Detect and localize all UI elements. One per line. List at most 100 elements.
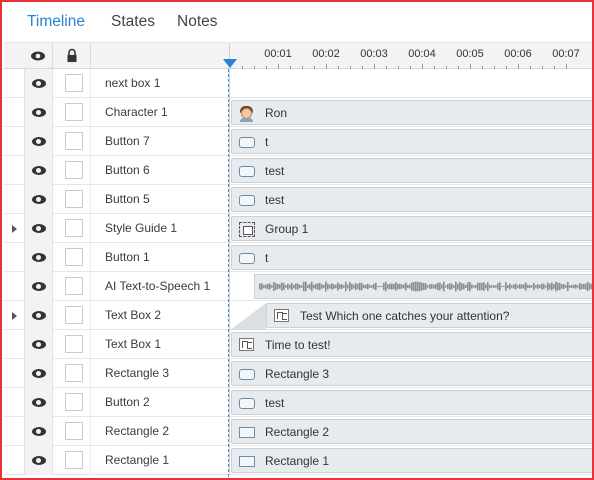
timeline-track[interactable]: test	[229, 156, 592, 185]
expand-arrow-icon[interactable]	[12, 312, 17, 320]
timeline-track[interactable]: test	[229, 388, 592, 417]
visibility-toggle[interactable]	[24, 127, 53, 156]
bar-label: t	[265, 135, 269, 149]
layer-row[interactable]: Style Guide 1 Group 1	[4, 214, 592, 243]
layer-name[interactable]: next box 1	[105, 76, 160, 90]
visibility-toggle[interactable]	[24, 359, 53, 388]
layer-name[interactable]: Button 1	[105, 250, 150, 264]
timeline-bar[interactable]: Group 1	[231, 216, 592, 241]
visibility-toggle[interactable]	[24, 388, 53, 417]
visibility-toggle[interactable]	[24, 69, 53, 98]
timeline-bar[interactable]: Ron	[231, 100, 592, 125]
layer-name[interactable]: Character 1	[105, 105, 168, 119]
timeline-track[interactable]	[229, 69, 592, 98]
layer-name[interactable]: Rectangle 3	[105, 366, 169, 380]
tab-notes[interactable]: Notes	[177, 13, 218, 31]
layer-row[interactable]: Rectangle 3 Rectangle 3	[4, 359, 592, 388]
timeline-bar[interactable]: test	[231, 390, 592, 415]
timeline-track[interactable]: Rectangle 3	[229, 359, 592, 388]
lock-checkbox[interactable]	[65, 393, 83, 411]
lock-checkbox[interactable]	[65, 219, 83, 237]
lock-checkbox[interactable]	[65, 190, 83, 208]
timeline-bar[interactable]: Test Which one catches your attention?	[266, 303, 592, 328]
layer-row[interactable]: Button 7 t	[4, 127, 592, 156]
lock-checkbox[interactable]	[65, 451, 83, 469]
visibility-toggle[interactable]	[24, 446, 53, 475]
layer-row[interactable]: Character 1 Ron	[4, 98, 592, 127]
layer-row[interactable]: next box 1	[4, 69, 592, 98]
layer-row[interactable]: Text Box 2 Test Which one catches your at…	[4, 301, 592, 330]
layer-name[interactable]: Text Box 1	[105, 337, 161, 351]
lock-checkbox[interactable]	[65, 161, 83, 179]
expand-cell	[4, 446, 24, 475]
layer-name[interactable]: Rectangle 2	[105, 424, 169, 438]
tab-states[interactable]: States	[111, 13, 155, 31]
timeline-track[interactable]: t	[229, 127, 592, 156]
lock-checkbox[interactable]	[65, 306, 83, 324]
timeline-bar[interactable]: Rectangle 2	[231, 419, 592, 444]
layer-name[interactable]: Button 5	[105, 192, 150, 206]
timeline-track[interactable]: Test Which one catches your attention?	[229, 301, 592, 330]
layer-row[interactable]: AI Text-to-Speech 1	[4, 272, 592, 301]
lock-checkbox[interactable]	[65, 103, 83, 121]
timeline-track[interactable]: test	[229, 185, 592, 214]
visibility-toggle[interactable]	[24, 330, 53, 359]
visibility-toggle[interactable]	[24, 417, 53, 446]
waveform-sample	[337, 282, 339, 291]
layer-row[interactable]: Rectangle 2 Rectangle 2	[4, 417, 592, 446]
layer-name[interactable]: AI Text-to-Speech 1	[105, 279, 210, 293]
layer-row[interactable]: Rectangle 1 Rectangle 1	[4, 446, 592, 475]
playhead-handle[interactable]	[223, 59, 237, 68]
lock-checkbox[interactable]	[65, 335, 83, 353]
timeline-bar[interactable]: test	[231, 158, 592, 183]
time-ruler[interactable]: 00:01 00:02 00:03 00:04 00:05 00:06 00:07	[229, 43, 592, 69]
lock-cell	[53, 127, 91, 156]
timeline-bar[interactable]: t	[231, 245, 592, 270]
timeline-bar[interactable]: t	[231, 129, 592, 154]
lock-checkbox[interactable]	[65, 132, 83, 150]
timeline-bar[interactable]: Time to test!	[231, 332, 592, 357]
lock-cell	[53, 243, 91, 272]
timeline-track[interactable]: t	[229, 243, 592, 272]
layer-name[interactable]: Button 6	[105, 163, 150, 177]
layer-row[interactable]: Button 6 test	[4, 156, 592, 185]
tab-timeline[interactable]: Timeline	[27, 13, 85, 31]
audio-clip[interactable]	[254, 274, 592, 299]
visibility-toggle[interactable]	[24, 98, 53, 127]
show-all-toggle[interactable]	[24, 43, 53, 69]
layer-name[interactable]: Rectangle 1	[105, 453, 169, 467]
visibility-toggle[interactable]	[24, 185, 53, 214]
visibility-toggle[interactable]	[24, 243, 53, 272]
expand-cell[interactable]	[4, 301, 24, 330]
layer-name[interactable]: Text Box 2	[105, 308, 161, 322]
lock-checkbox[interactable]	[65, 422, 83, 440]
lock-all-toggle[interactable]	[53, 43, 91, 69]
visibility-toggle[interactable]	[24, 301, 53, 330]
lock-checkbox[interactable]	[65, 248, 83, 266]
timeline-track[interactable]: Ron	[229, 98, 592, 127]
layer-row[interactable]: Button 1 t	[4, 243, 592, 272]
layer-row[interactable]: Text Box 1 Time to test!	[4, 330, 592, 359]
visibility-toggle[interactable]	[24, 214, 53, 243]
timeline-track[interactable]	[229, 272, 592, 301]
waveform-sample	[309, 283, 311, 290]
lock-checkbox[interactable]	[65, 74, 83, 92]
visibility-toggle[interactable]	[24, 156, 53, 185]
timeline-bar[interactable]: test	[231, 187, 592, 212]
timeline-bar[interactable]: Rectangle 3	[231, 361, 592, 386]
visibility-toggle[interactable]	[24, 272, 53, 301]
expand-cell[interactable]	[4, 214, 24, 243]
layer-name[interactable]: Button 2	[105, 395, 150, 409]
layer-name[interactable]: Style Guide 1	[105, 221, 177, 235]
timeline-track[interactable]: Group 1	[229, 214, 592, 243]
lock-checkbox[interactable]	[65, 364, 83, 382]
lock-checkbox[interactable]	[65, 277, 83, 295]
expand-arrow-icon[interactable]	[12, 225, 17, 233]
layer-name[interactable]: Button 7	[105, 134, 150, 148]
layer-row[interactable]: Button 5 test	[4, 185, 592, 214]
timeline-track[interactable]: Time to test!	[229, 330, 592, 359]
timeline-track[interactable]: Rectangle 1	[229, 446, 592, 475]
timeline-track[interactable]: Rectangle 2	[229, 417, 592, 446]
layer-row[interactable]: Button 2 test	[4, 388, 592, 417]
timeline-bar[interactable]: Rectangle 1	[231, 448, 592, 473]
